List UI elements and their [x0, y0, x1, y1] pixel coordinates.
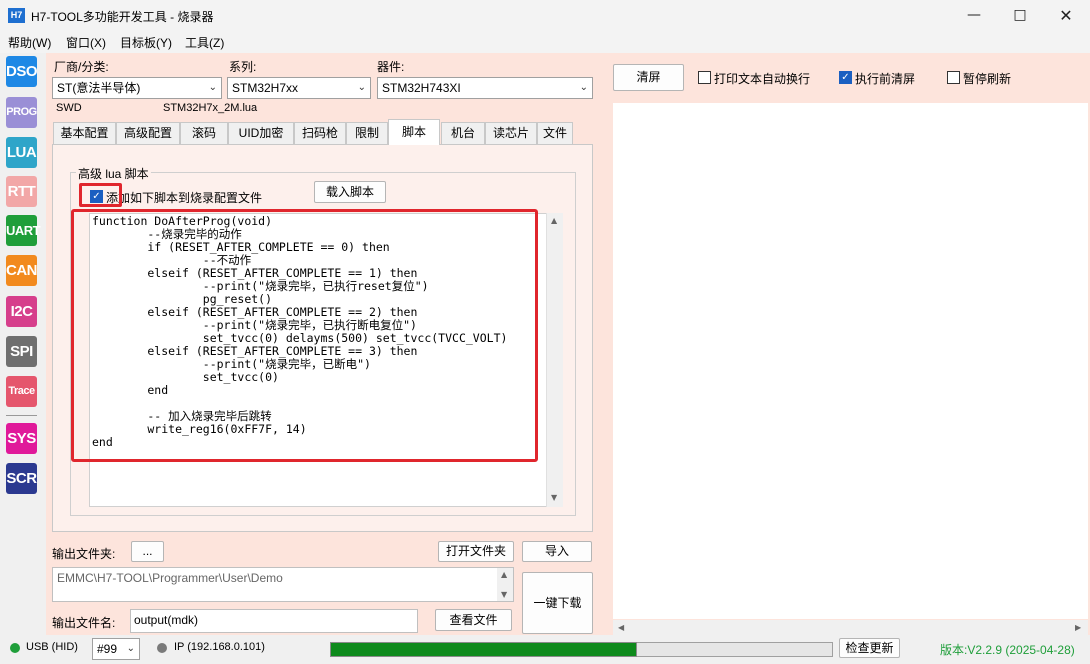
- scroll-left-icon[interactable]: ◀: [618, 623, 624, 632]
- chevron-down-icon: ⌄: [208, 82, 217, 93]
- chevron-down-icon: ⌄: [126, 643, 135, 654]
- lua-file-label: STM32H7x_2M.lua: [163, 102, 258, 114]
- clear-before-run-label: 执行前清屏: [855, 72, 916, 86]
- sidebar-can-button[interactable]: CAN: [6, 255, 38, 286]
- scroll-down-icon[interactable]: ▼: [551, 493, 557, 502]
- open-folder-button[interactable]: 打开文件夹: [438, 541, 514, 562]
- sidebar-trace-button[interactable]: Trace: [6, 376, 37, 407]
- progress-bar-remaining: [637, 642, 833, 657]
- series-select-value: STM32H7xx: [232, 81, 299, 95]
- one-click-download-button[interactable]: 一键下载: [522, 572, 593, 634]
- tab-read-chip[interactable]: 读芯片: [485, 122, 537, 144]
- app-icon: H7: [8, 8, 25, 23]
- sidebar-i2c-button[interactable]: I2C: [6, 296, 37, 327]
- tab-machine[interactable]: 机台: [441, 122, 485, 144]
- load-script-button[interactable]: 载入脚本: [314, 181, 386, 203]
- port-select[interactable]: #99 ⌄: [92, 638, 140, 660]
- auto-wrap-label: 打印文本自动换行: [714, 72, 811, 86]
- path-scrollbar[interactable]: ▲ ▼: [497, 568, 513, 601]
- ip-status-icon: [157, 643, 167, 653]
- tab-limits[interactable]: 限制: [346, 122, 388, 144]
- menu-help[interactable]: 帮助(W): [8, 34, 51, 51]
- usb-status-label: USB (HID): [26, 641, 78, 653]
- sidebar-scr-button[interactable]: SCR: [6, 463, 37, 494]
- check-update-button[interactable]: 检查更新: [839, 638, 900, 658]
- tab-files[interactable]: 文件: [537, 122, 573, 144]
- view-file-button[interactable]: 查看文件: [435, 609, 512, 631]
- clear-screen-button[interactable]: 清屏: [613, 64, 684, 91]
- pause-refresh-label: 暂停刷新: [963, 72, 1012, 86]
- tab-basic-config[interactable]: 基本配置: [53, 122, 116, 144]
- tab-uid-encrypt[interactable]: UID加密: [228, 122, 294, 144]
- menu-tools[interactable]: 工具(Z): [185, 34, 224, 51]
- output-folder-label: 输出文件夹:: [52, 547, 116, 561]
- device-select-value: STM32H743XI: [382, 81, 461, 95]
- highlight-box-checkbox: [79, 183, 122, 207]
- log-horizontal-scrollbar[interactable]: ◀ ▶: [613, 620, 1088, 635]
- tab-scanner[interactable]: 扫码枪: [294, 122, 346, 144]
- sidebar-rtt-button[interactable]: RTT: [6, 176, 37, 207]
- tab-rolling-code[interactable]: 滚码: [180, 122, 228, 144]
- script-scrollbar[interactable]: ▲ ▼: [546, 213, 563, 507]
- pause-refresh-checkbox[interactable]: [947, 71, 960, 84]
- scroll-up-icon[interactable]: ▲: [501, 570, 507, 579]
- output-filename-input[interactable]: output(mdk): [130, 609, 418, 633]
- sidebar-sys-button[interactable]: SYS: [6, 423, 37, 454]
- vendor-select[interactable]: ST(意法半导体) ⌄: [52, 77, 222, 99]
- minimize-button[interactable]: —: [951, 0, 997, 31]
- menu-window[interactable]: 窗口(X): [66, 34, 106, 51]
- version-label: 版本:V2.2.9 (2025-04-28): [940, 643, 1075, 657]
- chevron-down-icon: ⌄: [579, 82, 588, 93]
- sidebar-lua-button[interactable]: LUA: [6, 137, 37, 168]
- progress-bar: [330, 642, 637, 657]
- vendor-label: 厂商/分类:: [54, 60, 109, 74]
- log-output-area[interactable]: [613, 103, 1088, 619]
- output-path-field[interactable]: EMMC\H7-TOOL\Programmer\User\Demo: [52, 567, 514, 602]
- interface-label: SWD: [56, 102, 82, 114]
- usb-status-icon: [10, 643, 20, 653]
- browse-folder-button[interactable]: ...: [131, 541, 164, 562]
- chevron-down-icon: ⌄: [357, 82, 366, 93]
- add-script-label: 添加如下脚本到烧录配置文件: [106, 191, 263, 205]
- sidebar-uart-button[interactable]: UART: [6, 215, 41, 246]
- maximize-button[interactable]: □: [997, 0, 1043, 31]
- tab-advanced-config[interactable]: 高级配置: [116, 122, 180, 144]
- series-select[interactable]: STM32H7xx ⌄: [227, 77, 371, 99]
- series-label: 系列:: [229, 60, 257, 74]
- sidebar-divider: [6, 415, 37, 416]
- lua-script-group-title: 高级 lua 脚本: [76, 165, 151, 182]
- sidebar-spi-button[interactable]: SPI: [6, 336, 37, 367]
- menu-target-board[interactable]: 目标板(Y): [120, 34, 172, 51]
- output-filename-label: 输出文件名:: [52, 616, 116, 630]
- device-label: 器件:: [377, 60, 405, 74]
- sidebar-dso-button[interactable]: DSO: [6, 56, 38, 87]
- scroll-up-icon[interactable]: ▲: [551, 216, 557, 225]
- highlight-box-code: [71, 209, 538, 462]
- import-button[interactable]: 导入: [522, 541, 592, 562]
- sidebar-prog-button[interactable]: PROG: [6, 97, 37, 128]
- window-title: H7-TOOL多功能开发工具 - 烧录器: [31, 10, 214, 24]
- close-button[interactable]: ✕: [1043, 0, 1089, 31]
- port-select-value: #99: [97, 642, 118, 656]
- tab-script[interactable]: 脚本: [388, 119, 440, 145]
- scroll-right-icon[interactable]: ▶: [1075, 623, 1081, 632]
- scroll-down-icon[interactable]: ▼: [501, 590, 507, 599]
- device-select[interactable]: STM32H743XI ⌄: [377, 77, 593, 99]
- auto-wrap-checkbox[interactable]: [698, 71, 711, 84]
- clear-before-run-checkbox[interactable]: ✓: [839, 71, 852, 84]
- ip-status-label: IP (192.168.0.101): [174, 641, 265, 653]
- vendor-select-value: ST(意法半导体): [57, 81, 141, 95]
